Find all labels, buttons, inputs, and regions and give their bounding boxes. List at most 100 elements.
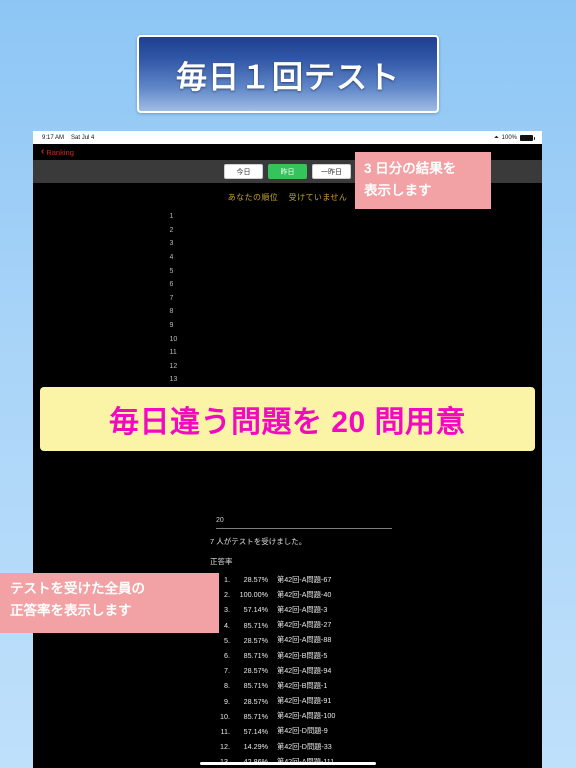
- ranking-row-number: 6: [169, 281, 174, 289]
- correct-rate-row-index: 11.: [220, 726, 230, 736]
- home-indicator: [33, 762, 542, 765]
- correct-rate-row[interactable]: 12. 14.29% 第42回-D問題-33: [33, 739, 542, 754]
- correct-rate-row-question: 第42回-B問題-1: [277, 680, 328, 690]
- ranking-row-number: 12: [169, 362, 178, 370]
- ranking-row[interactable]: 1: [168, 210, 408, 224]
- yellow-banner: 毎日違う問題を 20 問用意: [40, 387, 535, 451]
- back-button-label: Ranking: [46, 147, 74, 157]
- ranking-row-number: 4: [169, 254, 174, 262]
- correct-rate-row[interactable]: 9. 28.57% 第42回-A問題-91: [33, 694, 542, 709]
- ranking-row[interactable]: 7: [168, 292, 408, 306]
- correct-rate-section-label: 正答率: [210, 557, 233, 566]
- correct-rate-row-percent: 85.71%: [243, 620, 268, 630]
- correct-rate-row-question: 第42回-D問題-33: [277, 741, 332, 751]
- correct-rate-row-question: 第42回-A問題-94: [277, 665, 332, 675]
- callout-top-line2: 表示します: [364, 183, 432, 198]
- ranking-row[interactable]: 6: [168, 278, 408, 292]
- ranking-row-number: 9: [169, 322, 174, 330]
- correct-rate-row-index: 9.: [224, 696, 230, 706]
- status-bar-date: Sat Jul 4: [71, 134, 95, 141]
- correct-rate-row-percent: 57.14%: [243, 726, 268, 736]
- correct-rate-row-question: 第42回-A問題-3: [277, 604, 328, 614]
- ranking-row-number: 8: [169, 308, 174, 316]
- correct-rate-row-question: 第42回-A問題-40: [277, 589, 332, 599]
- taker-count-text: 7 人がテストを受けました。: [210, 537, 307, 546]
- status-bar-right: ⏶ 100%: [493, 134, 535, 141]
- correct-rate-row-percent: 85.71%: [243, 681, 268, 691]
- ranking-list[interactable]: 1 2 3 4 5 6 7 8 9 10 11 12 13: [33, 210, 542, 387]
- day-tab-today[interactable]: 今日: [224, 164, 263, 179]
- correct-rate-row-percent: 100.00%: [239, 590, 268, 600]
- correct-rate-row-index: 12.: [220, 742, 230, 752]
- correct-rate-row[interactable]: 10. 85.71% 第42回-A問題-100: [33, 709, 542, 724]
- correct-rate-row-percent: 28.57%: [243, 666, 268, 676]
- status-bar-time: 9:17 AM: [42, 134, 65, 141]
- ranking-row[interactable]: 5: [168, 264, 408, 278]
- title-card-text: 毎日１回テスト: [176, 59, 400, 95]
- correct-rate-row-question: 第42回-A問題-27: [277, 620, 332, 630]
- ranking-row[interactable]: 8: [168, 305, 408, 319]
- correct-rate-row-index: 5.: [224, 635, 230, 645]
- ranking-row[interactable]: 3: [168, 237, 408, 251]
- ranking-row-number: 2: [169, 226, 174, 234]
- my-rank-label: あなたの順位: [227, 193, 279, 202]
- correct-rate-row-percent: 85.71%: [243, 711, 268, 721]
- battery-full-icon: [520, 134, 535, 141]
- correct-rate-row-percent: 57.14%: [243, 605, 268, 615]
- correct-rate-row-question: 第42回-A問題-100: [277, 711, 336, 721]
- correct-rate-row-question: 第42回-A問題-67: [277, 574, 332, 584]
- callout-top-line1: 3 日分の結果を: [364, 161, 457, 176]
- my-rank-value: 受けていません: [288, 193, 348, 202]
- ranking-row-number: 13: [169, 376, 178, 384]
- correct-rate-row-index: 8.: [224, 681, 230, 691]
- ranking-row-number: 11: [169, 349, 177, 357]
- callout-bottom: テストを受けた全員の 正答率を表示します: [0, 573, 219, 633]
- results-region: 20 7 人がテストを受けました。 正答率 1. 28.57% 第42回-A問題-6…: [33, 513, 542, 768]
- title-card: 毎日１回テスト: [137, 35, 439, 113]
- day-tab-yesterday[interactable]: 昨日: [268, 164, 307, 179]
- correct-rate-row-question: 第42回-D問題-9: [277, 726, 328, 736]
- ranking-row-number: 1: [169, 213, 174, 221]
- ranking-row[interactable]: 4: [168, 251, 408, 265]
- divider: [216, 528, 392, 529]
- back-button[interactable]: ‹ Ranking: [41, 147, 74, 157]
- ranking-row[interactable]: 12: [168, 360, 408, 374]
- ranking-row-number: 5: [169, 267, 174, 275]
- correct-rate-row-percent: 28.57%: [243, 696, 268, 706]
- correct-rate-row-percent: 28.57%: [243, 635, 268, 645]
- day-tab-day-before-yesterday[interactable]: 一昨日: [312, 164, 351, 179]
- status-bar-left: 9:17 AM Sat Jul 4: [42, 135, 94, 141]
- correct-rate-row-percent: 28.57%: [243, 575, 268, 585]
- chevron-left-icon: ‹: [41, 146, 45, 157]
- ranking-row[interactable]: 13: [168, 373, 408, 387]
- correct-rate-row-index: 6.: [224, 651, 230, 661]
- wifi-icon: ⏶: [493, 134, 499, 141]
- correct-rate-row-question: 第42回-A問題-91: [277, 696, 332, 706]
- correct-rate-row[interactable]: 11. 57.14% 第42回-D問題-9: [33, 724, 542, 739]
- correct-rate-row-question: 第42回-B問題-5: [277, 650, 328, 660]
- correct-rate-row-index: 7.: [224, 666, 230, 676]
- callout-top: 3 日分の結果を 表示します: [355, 152, 491, 209]
- home-indicator-bar: [199, 762, 376, 765]
- yellow-banner-text: 毎日違う問題を 20 問用意: [108, 406, 467, 439]
- status-bar: 9:17 AM Sat Jul 4 ⏶ 100%: [33, 131, 542, 144]
- correct-rate-row-percent: 14.29%: [243, 742, 268, 752]
- score-value: 20: [216, 517, 224, 524]
- correct-rate-row[interactable]: 5. 28.57% 第42回-A問題-88: [33, 633, 542, 648]
- callout-bottom-line2: 正答率を表示します: [10, 603, 132, 618]
- correct-rate-row[interactable]: 7. 28.57% 第42回-A問題-94: [33, 663, 542, 678]
- ranking-row[interactable]: 2: [168, 224, 408, 238]
- ranking-row[interactable]: 9: [168, 319, 408, 333]
- correct-rate-row-question: 第42回-A問題-88: [277, 635, 332, 645]
- correct-rate-row[interactable]: 6. 85.71% 第42回-B問題-5: [33, 648, 542, 663]
- ranking-panel: あなたの順位 受けていません 1 2 3 4 5 6 7 8 9 10 11 12 13 20 7 人が…: [33, 183, 542, 768]
- ranking-row[interactable]: 11: [168, 346, 408, 360]
- battery-percent-label: 100%: [501, 134, 517, 141]
- ranking-row-number: 10: [169, 335, 178, 343]
- ranking-row-number: 7: [169, 294, 174, 302]
- correct-rate-row-percent: 85.71%: [243, 651, 268, 661]
- correct-rate-row-index: 10.: [220, 711, 230, 721]
- callout-bottom-line1: テストを受けた全員の: [10, 581, 145, 596]
- correct-rate-row[interactable]: 8. 85.71% 第42回-B問題-1: [33, 678, 542, 693]
- ranking-row[interactable]: 10: [168, 332, 408, 346]
